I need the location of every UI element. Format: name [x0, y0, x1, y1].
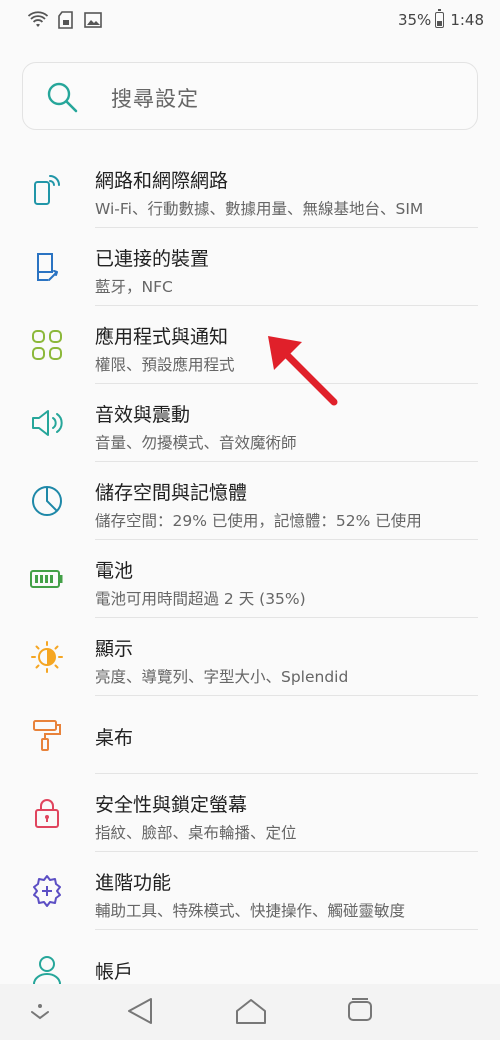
navigation-bar: [0, 984, 500, 1040]
settings-item-storage[interactable]: 儲存空間與記憶體儲存空間：29% 已使用，記憶體：52% 已使用: [0, 462, 500, 540]
settings-item-subtitle: 儲存空間：29% 已使用，記憶體：52% 已使用: [95, 512, 422, 530]
devices-icon: [30, 250, 64, 284]
settings-item-security[interactable]: 安全性與鎖定螢幕指紋、臉部、桌布輪播、定位: [0, 774, 500, 852]
network-icon: [30, 172, 64, 206]
brightness-icon: [30, 640, 64, 674]
status-bar: 35% 1:48: [0, 0, 500, 42]
settings-item-subtitle: 權限、預設應用程式: [95, 356, 235, 374]
settings-item-title: 電池: [95, 560, 134, 582]
battery-icon: [30, 562, 64, 596]
settings-item-title: 帳戶: [95, 961, 134, 983]
settings-item-connected-devices[interactable]: 已連接的裝置藍牙，NFC: [0, 228, 500, 306]
settings-item-subtitle: 藍牙，NFC: [95, 278, 173, 296]
settings-item-subtitle: 電池可用時間超過 2 天 (35%): [95, 590, 306, 608]
settings-item-title: 進階功能: [95, 872, 172, 894]
settings-item-title: 安全性與鎖定螢幕: [95, 794, 248, 816]
settings-item-subtitle: 指紋、臉部、桌布輪播、定位: [95, 824, 297, 842]
settings-item-subtitle: Wi-Fi、行動數據、數據用量、無線基地台、SIM: [95, 200, 424, 218]
speaker-icon: [30, 406, 64, 440]
expand-down-icon[interactable]: [28, 1000, 52, 1026]
settings-item-subtitle: 輔助工具、特殊模式、快捷操作、觸碰靈敏度: [95, 902, 406, 920]
recents-icon[interactable]: [346, 996, 374, 1030]
settings-item-wallpaper[interactable]: 桌布: [0, 696, 500, 774]
settings-item-apps-notifications[interactable]: 應用程式與通知權限、預設應用程式: [0, 306, 500, 384]
settings-item-battery[interactable]: 電池電池可用時間超過 2 天 (35%): [0, 540, 500, 618]
battery-status-icon: [435, 9, 445, 28]
settings-item-display[interactable]: 顯示亮度、導覽列、字型大小、Splendid: [0, 618, 500, 696]
settings-item-title: 儲存空間與記憶體: [95, 482, 248, 504]
account-icon: [30, 952, 64, 986]
home-icon[interactable]: [234, 996, 268, 1030]
settings-item-title: 音效與震動: [95, 404, 191, 426]
settings-item-title: 桌布: [95, 727, 134, 749]
settings-item-title: 已連接的裝置: [95, 248, 210, 270]
settings-item-title: 網路和網際網路: [95, 170, 229, 192]
wifi-icon: [28, 11, 48, 29]
settings-item-advanced[interactable]: 進階功能輔助工具、特殊模式、快捷操作、觸碰靈敏度: [0, 852, 500, 930]
settings-item-sound[interactable]: 音效與震動音量、勿擾模式、音效魔術師: [0, 384, 500, 462]
image-icon: [84, 12, 102, 28]
settings-item-title: 應用程式與通知: [95, 326, 229, 348]
red-arrow-icon: [262, 330, 342, 410]
settings-item-network[interactable]: 網路和網際網路 Wi-Fi、行動數據、數據用量、無線基地台、SIM: [0, 150, 500, 228]
settings-item-subtitle: 音量、勿擾模式、音效魔術師: [95, 434, 297, 452]
settings-list: 網路和網際網路 Wi-Fi、行動數據、數據用量、無線基地台、SIM 已連接的裝置藍牙…: [0, 150, 500, 1008]
clock: 1:48: [450, 11, 484, 29]
battery-percent: 35%: [397, 11, 432, 29]
storage-pie-icon: [30, 484, 64, 518]
search-bar[interactable]: 搜尋設定: [22, 62, 478, 130]
paint-roller-icon: [30, 718, 64, 752]
lock-icon: [30, 796, 64, 830]
settings-item-title: 顯示: [95, 638, 134, 660]
settings-item-subtitle: 亮度、導覽列、字型大小、Splendid: [95, 668, 349, 686]
advanced-gear-icon: [30, 874, 64, 908]
search-placeholder: 搜尋設定: [111, 87, 199, 111]
search-icon: [45, 80, 79, 118]
back-icon[interactable]: [126, 996, 154, 1030]
apps-grid-icon: [30, 328, 64, 362]
sd-card-icon: [58, 11, 74, 29]
